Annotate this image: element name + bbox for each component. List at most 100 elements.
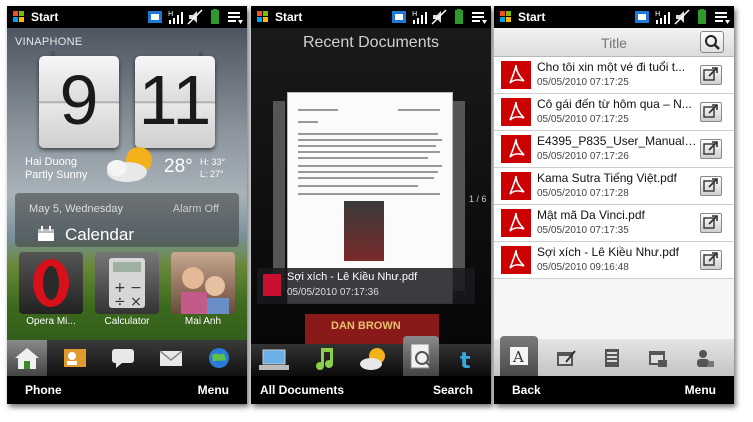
clock-hour-card[interactable]: 9 <box>39 56 119 148</box>
windows-start-icon[interactable] <box>500 11 512 23</box>
weather-icon[interactable] <box>359 346 389 372</box>
open-arrow-icon <box>703 252 718 266</box>
pdf-icon <box>501 172 531 200</box>
svg-text:H: H <box>655 10 660 18</box>
calendar-widget[interactable]: May 5, Wednesday Alarm Off Calendar <box>15 193 239 247</box>
back-soft-key[interactable]: Back <box>512 383 541 397</box>
svg-text:÷ ×: ÷ × <box>114 294 142 310</box>
contacts-icon[interactable] <box>62 346 88 370</box>
contact-author-icon[interactable] <box>694 348 714 368</box>
search-soft-key[interactable]: Search <box>433 383 473 397</box>
pdf-icon <box>501 98 531 126</box>
twitter-icon[interactable]: t <box>457 348 481 370</box>
start-label[interactable]: Start <box>31 10 58 24</box>
calculator-icon: + −÷ × <box>109 258 145 310</box>
weather-city: Hai Duong <box>25 156 77 168</box>
document-type-icon[interactable] <box>602 348 622 368</box>
soft-key-bar: Back Menu <box>494 376 734 404</box>
pdf-icon <box>263 274 281 296</box>
home-icon[interactable] <box>14 346 40 370</box>
svg-text:H: H <box>168 10 173 18</box>
search-button[interactable] <box>700 31 724 53</box>
calculator-tile[interactable]: + − ÷ × <box>95 252 159 314</box>
windows-start-icon[interactable] <box>13 11 25 23</box>
current-document-info[interactable]: Sợi xích - Lê Kiều Như.pdf 05/05/2010 07… <box>257 268 475 304</box>
open-document-button[interactable] <box>700 176 722 196</box>
list-item[interactable]: E4395_P835_User_Manual.... 05/05/2010 07… <box>494 131 734 168</box>
mail-icon[interactable] <box>158 346 184 370</box>
list-item[interactable]: Cho tôi xin một vé đi tuổi t... 05/05/20… <box>494 57 734 94</box>
network-icon <box>635 11 649 23</box>
weather-high-low: H: 33° L: 27° <box>200 156 225 180</box>
status-bar: Start H <box>494 6 734 28</box>
pdf-icon <box>501 246 531 274</box>
document-time: 05/05/2010 07:17:28 <box>537 188 629 199</box>
list-item[interactable]: Mật mã Da Vinci.pdf 05/05/2010 07:17:35 <box>494 205 734 242</box>
document-name: Sợi xích - Lê Kiều Như.pdf <box>287 271 418 283</box>
contact-name-label: Mai Anh <box>184 316 222 327</box>
internet-icon[interactable] <box>206 346 232 370</box>
soft-key-bar: All Documents Search <box>251 376 491 404</box>
contact-photo-tile[interactable] <box>171 252 235 314</box>
network-icon <box>392 11 406 23</box>
next-page-edge[interactable] <box>453 101 465 291</box>
calendar-label: Calendar <box>65 225 134 244</box>
start-label[interactable]: Start <box>275 10 302 24</box>
battery-icon <box>698 9 706 24</box>
messages-icon[interactable] <box>110 346 136 370</box>
operator-name: VINAPHONE <box>15 36 83 48</box>
menu-list-icon[interactable] <box>714 9 730 25</box>
document-time: 05/05/2010 07:17:36 <box>287 287 379 298</box>
calendar-mail-icon[interactable] <box>648 348 668 368</box>
opera-mini-tile[interactable] <box>19 252 83 314</box>
alarm-status[interactable]: Alarm Off <box>173 203 219 215</box>
list-item[interactable]: Kama Sutra Tiếng Việt.pdf 05/05/2010 07:… <box>494 168 734 205</box>
battery-icon <box>211 9 219 24</box>
prev-page-edge[interactable] <box>273 101 285 291</box>
volume-icon <box>431 9 447 25</box>
volume-icon <box>187 9 203 25</box>
open-document-button[interactable] <box>700 139 722 159</box>
menu-soft-key[interactable]: Menu <box>198 383 229 397</box>
home-screen: Start H VINAPHONE 9 11 Hai Duong Partly … <box>7 6 247 404</box>
documents-tab[interactable] <box>403 336 439 376</box>
open-arrow-icon <box>703 104 718 118</box>
phone-soft-key[interactable]: Phone <box>25 383 62 397</box>
open-document-button[interactable] <box>700 65 722 85</box>
clock-hour: 9 <box>59 61 99 139</box>
document-name: E4395_P835_User_Manual.... <box>537 134 697 148</box>
document-search-icon <box>410 343 432 369</box>
calculator-label: Calculator <box>104 316 150 327</box>
menu-soft-key[interactable]: Menu <box>685 383 716 397</box>
laptop-icon[interactable] <box>259 348 289 372</box>
open-document-button[interactable] <box>700 250 722 270</box>
music-icon[interactable] <box>313 346 337 372</box>
document-time: 05/05/2010 09:16:48 <box>537 262 629 273</box>
document-list: Cho tôi xin một vé đi tuổi t... 05/05/20… <box>494 57 734 339</box>
all-documents-soft-key[interactable]: All Documents <box>260 383 344 397</box>
open-document-button[interactable] <box>700 102 722 122</box>
document-name: Kama Sutra Tiếng Việt.pdf <box>537 171 677 185</box>
calendar-date: May 5, Wednesday <box>29 203 123 215</box>
open-document-button[interactable] <box>700 213 722 233</box>
windows-start-icon[interactable] <box>257 11 269 23</box>
list-item[interactable]: Cô gái đến từ hôm qua – N... 05/05/2010 … <box>494 94 734 131</box>
calendar-icon <box>38 226 54 241</box>
document-time: 05/05/2010 07:17:26 <box>537 151 629 162</box>
clock-minute-card[interactable]: 11 <box>135 56 215 148</box>
calendar-edit-icon[interactable] <box>556 348 576 368</box>
weather-location[interactable]: Hai Duong Partly Sunny <box>25 156 87 182</box>
start-label[interactable]: Start <box>518 10 545 24</box>
svg-text:H: H <box>412 10 417 18</box>
list-item[interactable]: Sợi xích - Lê Kiều Như.pdf 05/05/2010 09… <box>494 242 734 279</box>
tab-by-title[interactable]: A <box>500 336 538 376</box>
sort-title[interactable]: Title <box>494 35 734 51</box>
menu-list-icon[interactable] <box>471 9 487 25</box>
battery-icon <box>455 9 463 24</box>
document-name: Sợi xích - Lê Kiều Như.pdf <box>537 245 679 259</box>
open-arrow-icon <box>703 141 718 155</box>
document-name: Mật mã Da Vinci.pdf <box>537 208 645 222</box>
clock-minute: 11 <box>138 61 212 139</box>
menu-list-icon[interactable] <box>227 9 243 25</box>
open-arrow-icon <box>703 67 718 81</box>
